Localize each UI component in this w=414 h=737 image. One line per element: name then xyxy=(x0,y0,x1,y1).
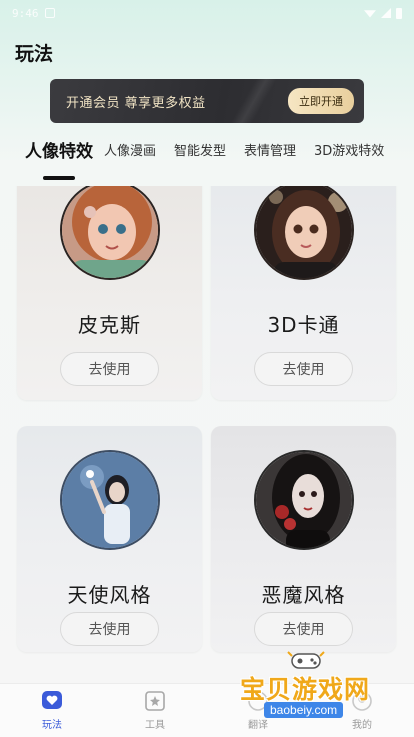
vip-banner[interactable]: 开通会员 尊享更多权益 立即开通 xyxy=(50,79,364,123)
toolbox-icon xyxy=(144,690,166,712)
pixar-avatar xyxy=(60,186,160,280)
use-button[interactable]: 去使用 xyxy=(254,352,353,386)
site-watermark: 宝贝游戏网 baobeiy.com xyxy=(236,648,376,728)
status-time: 9:46 xyxy=(12,6,39,20)
watermark-url: baobeiy.com xyxy=(264,702,344,718)
open-vip-button[interactable]: 立即开通 xyxy=(288,88,354,114)
devil-avatar xyxy=(254,450,354,550)
nav-label: 工具 xyxy=(145,720,165,731)
card-title: 皮克斯 xyxy=(78,313,141,337)
signal-icon xyxy=(381,8,391,18)
page-title: 玩法 xyxy=(15,43,54,65)
tab-expression-manage[interactable]: 表情管理 xyxy=(244,140,296,159)
gamepad-icon xyxy=(287,651,325,669)
battery-icon xyxy=(396,7,402,19)
use-button[interactable]: 去使用 xyxy=(60,352,159,386)
effect-card-3d-cartoon[interactable]: 3D卡通 去使用 xyxy=(211,186,396,400)
active-tab-indicator xyxy=(43,176,75,180)
card-title: 天使风格 xyxy=(67,583,152,607)
nav-item-tools[interactable]: 工具 xyxy=(125,690,185,731)
use-button[interactable]: 去使用 xyxy=(254,612,353,646)
card-title: 恶魔风格 xyxy=(261,583,346,607)
wifi-icon xyxy=(364,10,376,18)
tab-smart-hairstyle[interactable]: 智能发型 xyxy=(174,140,226,159)
watermark-title: 宝贝游戏网 xyxy=(240,675,371,704)
heart-chat-icon xyxy=(41,690,63,712)
status-icons xyxy=(364,7,402,19)
use-button[interactable]: 去使用 xyxy=(60,612,159,646)
vip-banner-text: 开通会员 尊享更多权益 xyxy=(66,95,206,111)
card-title: 3D卡通 xyxy=(267,313,340,337)
effect-card-devil[interactable]: 恶魔风格 去使用 xyxy=(211,426,396,652)
nav-item-play[interactable]: 玩法 xyxy=(22,690,82,731)
status-bar: 9:46 xyxy=(0,0,414,26)
tab-3d-game-effects[interactable]: 3D游戏特效 xyxy=(314,140,384,159)
nav-label: 玩法 xyxy=(42,720,62,731)
3d-cartoon-avatar xyxy=(254,186,354,280)
effects-grid: 皮克斯 去使用 3D卡通 去使用 天使风格 去使用 恶魔风格 去使用 xyxy=(0,186,414,686)
notification-icon xyxy=(44,8,55,18)
tab-portrait-comic[interactable]: 人像漫画 xyxy=(104,140,156,159)
angel-avatar xyxy=(60,450,160,550)
effect-card-pixar[interactable]: 皮克斯 去使用 xyxy=(17,186,202,400)
category-tabs: 人像特效 人像漫画 智能发型 表情管理 3D游戏特效 xyxy=(0,140,414,184)
tab-portrait-effects[interactable]: 人像特效 xyxy=(25,137,93,162)
effect-card-angel[interactable]: 天使风格 去使用 xyxy=(17,426,202,652)
